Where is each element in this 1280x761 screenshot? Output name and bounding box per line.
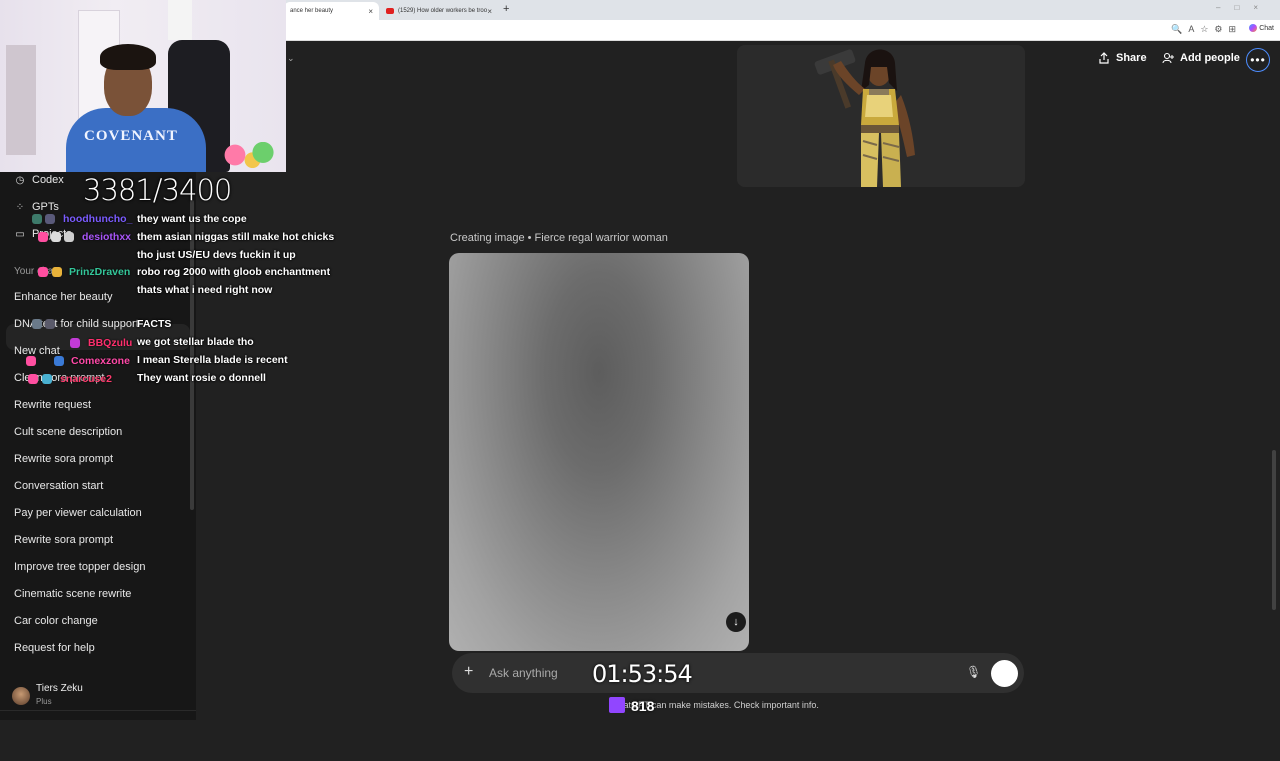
sidebar-chat-item[interactable]: Request for help [14,642,95,654]
chat-message: They want rosie o donnell [137,372,266,384]
share-icon [1099,52,1109,64]
warrior-illustration [737,45,1025,187]
plus-icon[interactable]: + [464,663,473,681]
tab-label: (1529) How older workers be troo [398,8,488,14]
sidebar-chat-item[interactable]: Pay per viewer calculation [14,507,142,519]
webcam-shirt-text: COVENANT [84,128,178,144]
chat-badge-icon [26,356,36,366]
sidebar-chat-item[interactable]: Rewrite sora prompt [14,534,113,546]
chat-username: Comexzone [71,355,130,367]
sidebar-chat-item[interactable]: Cinematic scene rewrite [14,588,131,600]
sidebar-item-label: GPTs [32,201,59,213]
chat-badge-icon [54,356,64,366]
chat-message: FACTS [137,318,172,330]
sidebar-item-label: Codex [32,174,64,186]
ellipsis-icon: ••• [1250,53,1266,67]
add-people-button[interactable]: Add people [1162,52,1240,64]
more-options-button[interactable]: ••• [1246,48,1270,72]
copilot-icon [1249,24,1258,32]
chat-badge-icon [32,319,42,329]
chat-username: snarcuse2 [60,373,112,385]
chat-username: PrinzDraven [69,266,131,278]
chat-badge-icon [45,214,55,224]
sidebar-chat-item[interactable]: Rewrite sora prompt [14,453,113,465]
browser-tab-active[interactable]: ance her beauty × [284,2,379,20]
sidebar-item-codex[interactable]: ◷ Codex [14,174,64,186]
folder-icon: ▭ [15,229,25,240]
sidebar-chat-item[interactable]: Car color change [14,615,98,627]
sidebar-chat-item[interactable]: Cult scene description [14,426,122,438]
sidebar-chat-item[interactable]: Enhance her beauty [14,291,112,303]
avatar[interactable] [12,687,30,705]
chat-badge-icon [32,214,42,224]
chat-badge-icon [38,232,48,242]
user-panel[interactable] [0,710,196,761]
arrow-down-icon: ↓ [733,616,739,628]
chat-badge-icon [64,232,74,242]
window-controls[interactable]: –□× [1216,3,1272,12]
copilot-button[interactable]: Chat [1249,24,1274,32]
chat-message: we got stellar blade tho [137,336,254,348]
scroll-down-button[interactable]: ↓ [726,612,746,632]
webcam-plush-toys [214,142,284,168]
chat-message: they want us the cope [137,213,247,225]
model-chevron-down-icon[interactable]: ⌄ [287,53,295,64]
chat-badge-icon [45,319,55,329]
sidebar-chat-item[interactable]: Conversation start [14,480,103,492]
chat-message: I mean Sterella blade is recent [137,354,288,366]
viewer-count: 818 [631,698,655,714]
share-label: Share [1116,52,1147,64]
chat-badge-icon [42,374,52,384]
voice-mode-button[interactable] [991,660,1018,687]
youtube-icon [386,8,394,14]
copilot-label: Chat [1259,24,1274,32]
image-generation-status: Creating image • Fierce regal warrior wo… [450,232,668,244]
generated-image-warrior[interactable] [737,45,1025,187]
chat-username: hoodhuncho_ [63,213,133,225]
codex-icon: ◷ [15,175,25,186]
sidebar-chat-item[interactable]: Rewrite request [14,399,91,411]
chat-message: them asian niggas still make hot chicks … [137,231,335,261]
microphone-icon[interactable]: 🎙 [966,665,981,679]
image-generation-preview [449,253,749,651]
main-scrollbar[interactable] [1272,450,1276,610]
sidebar-chat-item[interactable]: Improve tree topper design [14,561,145,573]
message-input[interactable]: Ask anything [489,666,558,680]
chat-username: BBQzulu [88,337,133,349]
webcam-overlay: COVENANT [0,0,286,172]
user-plan: Plus [36,697,52,706]
tab-label: ance her beauty [290,8,334,14]
chat-badge-icon [28,374,38,384]
user-name: Tiers Zeku [36,683,83,694]
chat-badge-icon [70,338,80,348]
close-tab-icon[interactable]: × [487,7,492,16]
chat-username: desiothxx [82,231,132,243]
twitch-icon [609,697,625,713]
browser-tab-youtube[interactable]: (1529) How older workers be troo × [380,2,498,20]
chat-message: robo rog 2000 with gloob enchantment tha… [137,266,331,296]
webcam-streamer-hair [100,44,156,70]
add-person-icon [1162,52,1174,64]
close-tab-icon[interactable]: × [368,7,373,16]
chat-badge-icon [52,267,62,277]
webcam-shelf [6,45,36,155]
browser-toolbar-icons[interactable]: 🔍A☆⚙⊞ [1171,24,1242,35]
new-tab-button[interactable]: + [503,3,509,15]
webcam-hanging-clothes [168,0,192,40]
chat-badge-icon [51,232,61,242]
sidebar-item-gpts[interactable]: ⁘ GPTs [14,201,59,213]
stream-goal-counter: 3381/3400 [83,173,232,207]
gpts-icon: ⁘ [15,202,25,213]
chat-badge-icon [38,267,48,277]
share-button[interactable]: Share [1098,52,1147,64]
stream-timer: 01:53:54 [592,660,693,688]
add-people-label: Add people [1180,52,1240,64]
sidebar-chat-item[interactable]: New chat [14,345,60,357]
